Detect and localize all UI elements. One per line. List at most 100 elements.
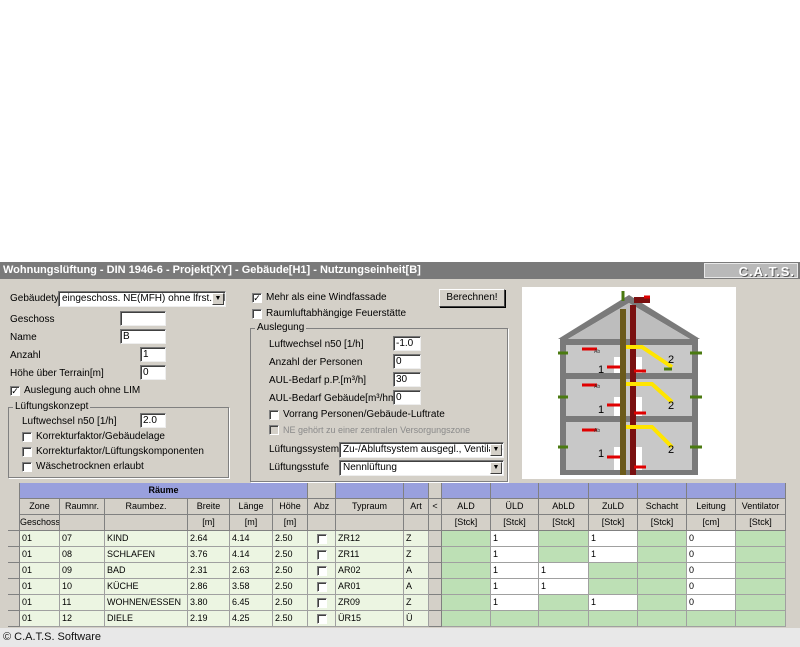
row-expand-cell[interactable] [429, 531, 442, 547]
table-cell-art[interactable]: A [404, 579, 429, 595]
stufe-select[interactable]: Nennlüftung ▼ [339, 460, 504, 476]
row-expand-cell[interactable] [429, 595, 442, 611]
chevron-down-icon[interactable]: ▼ [490, 462, 502, 474]
table-cell-hoehe[interactable]: 2.50 [273, 531, 308, 547]
table-cell-typraum[interactable]: AR01 [336, 579, 404, 595]
table-cell-zuld[interactable] [589, 579, 638, 595]
anzahl-input[interactable]: 1 [140, 347, 166, 362]
table-cell-ventilator[interactable] [736, 579, 786, 595]
table-cell-raumnr[interactable]: 07 [60, 531, 105, 547]
abz-cell[interactable] [308, 595, 336, 611]
table-cell-hoehe[interactable]: 2.50 [273, 563, 308, 579]
table-cell-abld[interactable] [539, 595, 589, 611]
abz-checkbox[interactable] [317, 614, 327, 624]
table-cell-laenge[interactable]: 3.58 [230, 579, 273, 595]
table-cell-zone[interactable]: 01 [20, 563, 60, 579]
row-selector[interactable] [8, 579, 20, 595]
gebaeudetyp-select[interactable]: eingeschoss. NE(MFH) ohne lfrst.Sch... ▼ [58, 291, 226, 307]
table-cell-ventilator[interactable] [736, 611, 786, 627]
table-cell-zone[interactable]: 01 [20, 547, 60, 563]
berechnen-button[interactable]: Berechnen! [439, 289, 505, 307]
table-cell-raumnr[interactable]: 11 [60, 595, 105, 611]
row-selector[interactable] [8, 531, 20, 547]
hoehe-input[interactable]: 0 [140, 365, 166, 380]
table-cell-zuld[interactable]: 1 [589, 595, 638, 611]
table-cell-leitung[interactable]: 0 [687, 547, 736, 563]
table-cell-uld[interactable]: 1 [491, 579, 539, 595]
table-cell-breite[interactable]: 2.31 [188, 563, 230, 579]
table-cell-breite[interactable]: 3.76 [188, 547, 230, 563]
table-cell-art[interactable]: A [404, 563, 429, 579]
abz-checkbox[interactable] [317, 550, 327, 560]
name-input[interactable]: B [120, 329, 166, 344]
luftwechsel-input[interactable]: -1.0 [393, 336, 421, 351]
table-cell-ald[interactable] [442, 547, 491, 563]
abz-checkbox[interactable] [317, 582, 327, 592]
table-cell-zuld[interactable] [589, 611, 638, 627]
table-cell-schacht[interactable] [638, 579, 687, 595]
geschoss-input[interactable] [120, 311, 166, 326]
table-cell-raumbez[interactable]: DIELE [105, 611, 188, 627]
vorrang-checkbox[interactable] [269, 410, 279, 420]
table-cell-zuld[interactable]: 1 [589, 531, 638, 547]
table-cell-ventilator[interactable] [736, 547, 786, 563]
table-cell-ventilator[interactable] [736, 531, 786, 547]
table-cell-hoehe[interactable]: 2.50 [273, 547, 308, 563]
table-cell-laenge[interactable]: 2.63 [230, 563, 273, 579]
table-cell-ventilator[interactable] [736, 595, 786, 611]
table-cell-ald[interactable] [442, 611, 491, 627]
table-cell-raumbez[interactable]: SCHLAFEN [105, 547, 188, 563]
kf-komponenten-checkbox[interactable] [22, 447, 32, 457]
table-cell-uld[interactable]: 1 [491, 547, 539, 563]
table-cell-raumbez[interactable]: WOHNEN/ESSEN [105, 595, 188, 611]
table-cell-hoehe[interactable]: 2.50 [273, 579, 308, 595]
table-cell-ald[interactable] [442, 595, 491, 611]
windfassade-checkbox[interactable]: ✓ [252, 293, 262, 303]
table-cell-schacht[interactable] [638, 563, 687, 579]
row-selector[interactable] [8, 563, 20, 579]
table-cell-hoehe[interactable]: 2.50 [273, 611, 308, 627]
table-cell-zone[interactable]: 01 [20, 531, 60, 547]
table-cell-ventilator[interactable] [736, 563, 786, 579]
row-selector[interactable] [8, 547, 20, 563]
table-cell-art[interactable]: Z [404, 531, 429, 547]
table-cell-abld[interactable]: 1 [539, 563, 589, 579]
abz-cell[interactable] [308, 531, 336, 547]
abz-cell[interactable] [308, 563, 336, 579]
table-cell-raumnr[interactable]: 09 [60, 563, 105, 579]
table-cell-abld[interactable] [539, 611, 589, 627]
table-cell-leitung[interactable] [687, 611, 736, 627]
abz-checkbox[interactable] [317, 534, 327, 544]
abz-cell[interactable] [308, 579, 336, 595]
table-cell-zone[interactable]: 01 [20, 579, 60, 595]
table-cell-hoehe[interactable]: 2.50 [273, 595, 308, 611]
row-selector[interactable] [8, 595, 20, 611]
row-selector[interactable] [8, 611, 20, 627]
table-cell-schacht[interactable] [638, 611, 687, 627]
table-cell-zone[interactable]: 01 [20, 595, 60, 611]
table-cell-breite[interactable]: 2.64 [188, 531, 230, 547]
table-cell-uld[interactable]: 1 [491, 595, 539, 611]
table-cell-leitung[interactable]: 0 [687, 579, 736, 595]
table-cell-laenge[interactable]: 4.14 [230, 531, 273, 547]
table-cell-art[interactable]: Z [404, 547, 429, 563]
table-cell-raumbez[interactable]: KÜCHE [105, 579, 188, 595]
chevron-down-icon[interactable]: ▼ [212, 293, 224, 305]
table-cell-typraum[interactable]: ZR09 [336, 595, 404, 611]
table-cell-zuld[interactable] [589, 563, 638, 579]
column-header-collapse[interactable]: < [429, 499, 442, 515]
table-cell-leitung[interactable]: 0 [687, 595, 736, 611]
abz-checkbox[interactable] [317, 566, 327, 576]
abz-cell[interactable] [308, 547, 336, 563]
table-cell-zuld[interactable]: 1 [589, 547, 638, 563]
waeschetrocknen-checkbox[interactable] [22, 462, 32, 472]
table-cell-breite[interactable]: 3.80 [188, 595, 230, 611]
table-cell-uld[interactable]: 1 [491, 563, 539, 579]
table-cell-raumnr[interactable]: 08 [60, 547, 105, 563]
kf-gebaeudelage-checkbox[interactable] [22, 432, 32, 442]
chevron-down-icon[interactable]: ▼ [490, 444, 502, 456]
table-cell-uld[interactable] [491, 611, 539, 627]
table-cell-abld[interactable] [539, 531, 589, 547]
aul-geb-input[interactable]: 0 [393, 390, 421, 405]
system-select[interactable]: Zu-/Abluftsystem ausgegl., Ventilator ..… [339, 442, 504, 458]
